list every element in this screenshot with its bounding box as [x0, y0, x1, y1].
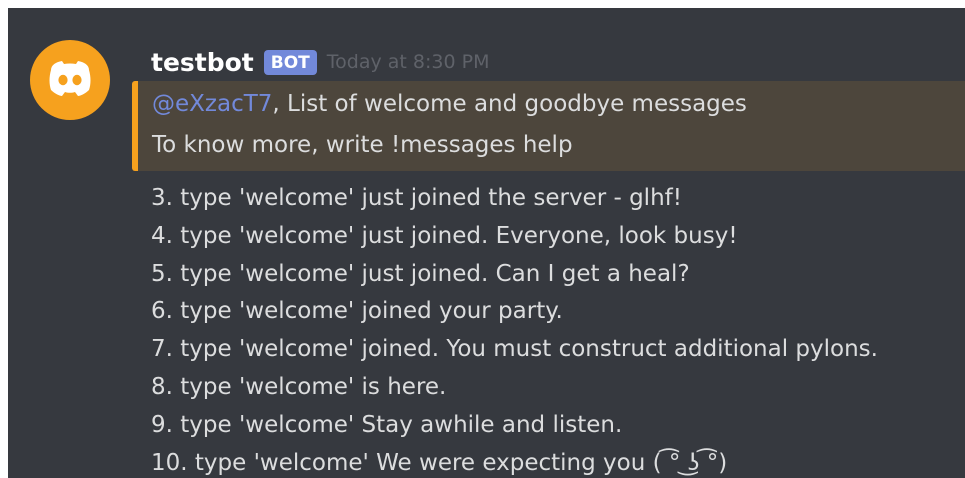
message-line: 10. type 'welcome' We were expecting you… — [151, 449, 728, 476]
embed-description-line: @eXzacT7, List of welcome and goodbye me… — [152, 89, 747, 119]
message-header: testbot BOT Today at 8:30 PM — [151, 42, 489, 82]
message-line: 5. type 'welcome' just joined. Can I get… — [151, 260, 690, 287]
embed-help-line: To know more, write !messages help — [152, 132, 573, 158]
message-line: 9. type 'welcome' Stay awhile and listen… — [151, 411, 623, 438]
message-timestamp: Today at 8:30 PM — [326, 51, 490, 73]
embed-text: , List of welcome and goodbye messages — [272, 91, 747, 117]
message-embed: @eXzacT7, List of welcome and goodbye me… — [132, 81, 965, 171]
user-mention[interactable]: @eXzacT7 — [152, 91, 272, 117]
message-line: 7. type 'welcome' joined. You must const… — [151, 336, 878, 363]
message-line: 8. type 'welcome' is here. — [151, 373, 447, 400]
message-line: 4. type 'welcome' just joined. Everyone,… — [151, 222, 738, 249]
bot-badge: BOT — [263, 49, 317, 75]
message-line: 3. type 'welcome' just joined the server… — [151, 185, 682, 211]
username[interactable]: testbot — [151, 48, 254, 77]
avatar[interactable] — [30, 40, 110, 120]
chat-message-area: testbot BOT Today at 8:30 PM @eXzacT7, L… — [8, 8, 965, 478]
message-lines: 3. type 'welcome' just joined the server… — [151, 180, 878, 478]
message-line: 6. type 'welcome' joined your party. — [151, 298, 563, 325]
discord-logo-icon — [49, 61, 91, 96]
